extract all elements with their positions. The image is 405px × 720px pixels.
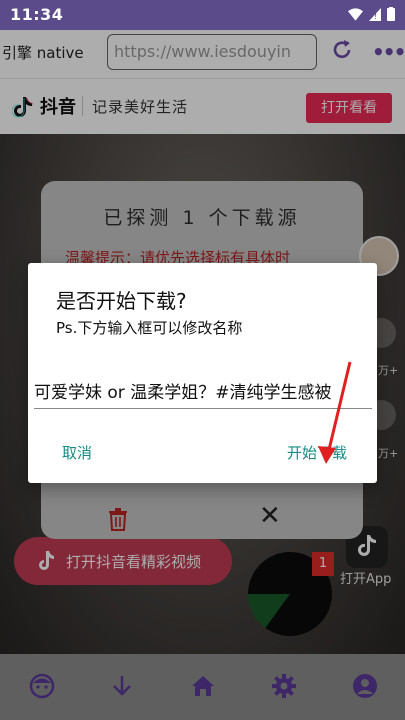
download-dialog-message: Ps.下方输入框可以修改名称: [56, 319, 243, 337]
status-icons: !: [348, 7, 395, 21]
svg-text:!: !: [374, 12, 377, 21]
signal-icon: !: [369, 7, 381, 21]
wifi-icon: [348, 7, 363, 21]
status-bar: 11:34 !: [0, 0, 405, 30]
status-time: 11:34: [10, 5, 64, 24]
battery-icon: [387, 7, 395, 21]
cancel-button[interactable]: 取消: [62, 442, 92, 463]
red-arrow-annotation: [318, 361, 352, 464]
download-dialog-title: 是否开始下载?: [56, 289, 187, 313]
